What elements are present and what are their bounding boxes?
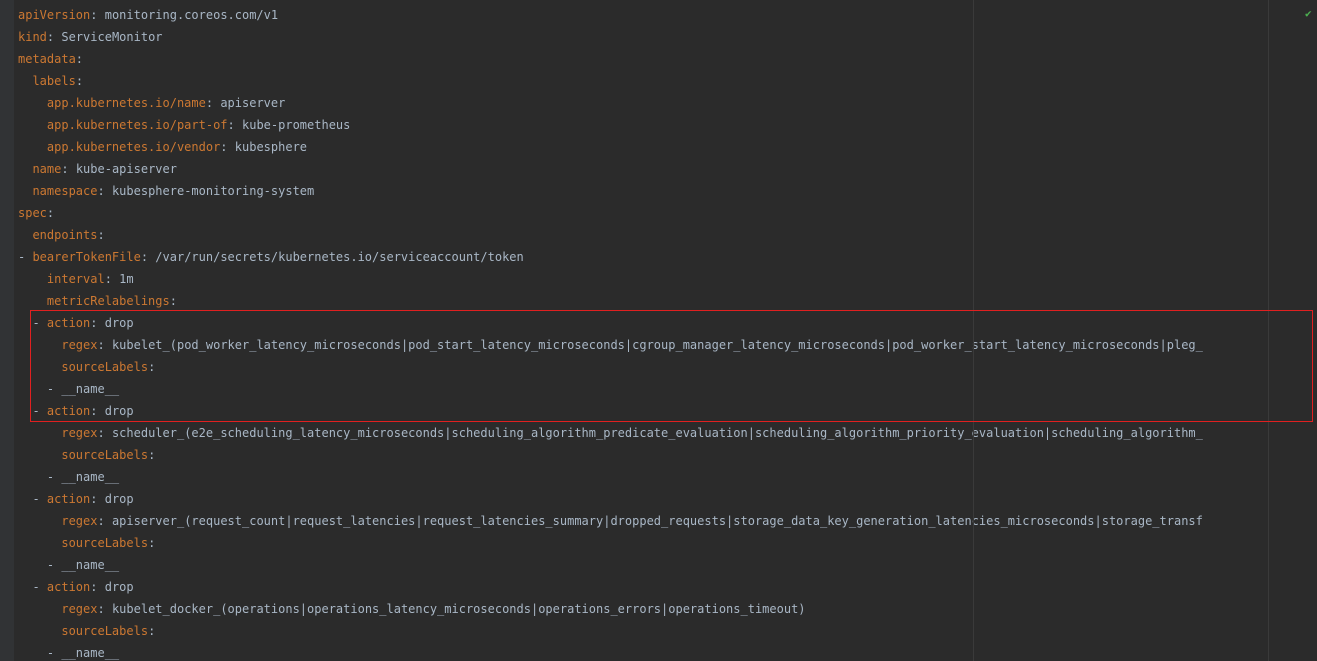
ruler-line-2 [1268, 0, 1269, 661]
code-line[interactable]: regex: scheduler_(e2e_scheduling_latency… [18, 422, 1317, 444]
code-line[interactable]: metricRelabelings: [18, 290, 1317, 312]
code-line[interactable]: namespace: kubesphere-monitoring-system [18, 180, 1317, 202]
code-line[interactable]: - __name__ [18, 642, 1317, 661]
code-line[interactable]: regex: kubelet_docker_(operations|operat… [18, 598, 1317, 620]
code-line[interactable]: - action: drop [18, 312, 1317, 334]
code-line[interactable]: metadata: [18, 48, 1317, 70]
gutter [0, 0, 14, 661]
code-line[interactable]: apiVersion: monitoring.coreos.com/v1 [18, 4, 1317, 26]
code-line[interactable]: - __name__ [18, 466, 1317, 488]
code-line[interactable]: - __name__ [18, 378, 1317, 400]
code-line[interactable]: name: kube-apiserver [18, 158, 1317, 180]
code-line[interactable]: spec: [18, 202, 1317, 224]
ruler-line [973, 0, 974, 661]
code-editor[interactable]: apiVersion: monitoring.coreos.com/v1kind… [0, 0, 1317, 661]
code-line[interactable]: kind: ServiceMonitor [18, 26, 1317, 48]
code-line[interactable]: sourceLabels: [18, 444, 1317, 466]
status-ok-icon: ✔ [1305, 10, 1313, 18]
code-line[interactable]: - action: drop [18, 400, 1317, 422]
code-line[interactable]: - action: drop [18, 576, 1317, 598]
code-line[interactable]: regex: kubelet_(pod_worker_latency_micro… [18, 334, 1317, 356]
code-line[interactable]: app.kubernetes.io/name: apiserver [18, 92, 1317, 114]
code-line[interactable]: labels: [18, 70, 1317, 92]
code-line[interactable]: sourceLabels: [18, 620, 1317, 642]
code-line[interactable]: sourceLabels: [18, 532, 1317, 554]
code-line[interactable]: app.kubernetes.io/vendor: kubesphere [18, 136, 1317, 158]
code-line[interactable]: app.kubernetes.io/part-of: kube-promethe… [18, 114, 1317, 136]
code-line[interactable]: regex: apiserver_(request_count|request_… [18, 510, 1317, 532]
code-line[interactable]: - bearerTokenFile: /var/run/secrets/kube… [18, 246, 1317, 268]
code-area[interactable]: apiVersion: monitoring.coreos.com/v1kind… [14, 0, 1317, 661]
code-line[interactable]: - action: drop [18, 488, 1317, 510]
code-line[interactable]: interval: 1m [18, 268, 1317, 290]
code-line[interactable]: sourceLabels: [18, 356, 1317, 378]
code-line[interactable]: endpoints: [18, 224, 1317, 246]
code-line[interactable]: - __name__ [18, 554, 1317, 576]
